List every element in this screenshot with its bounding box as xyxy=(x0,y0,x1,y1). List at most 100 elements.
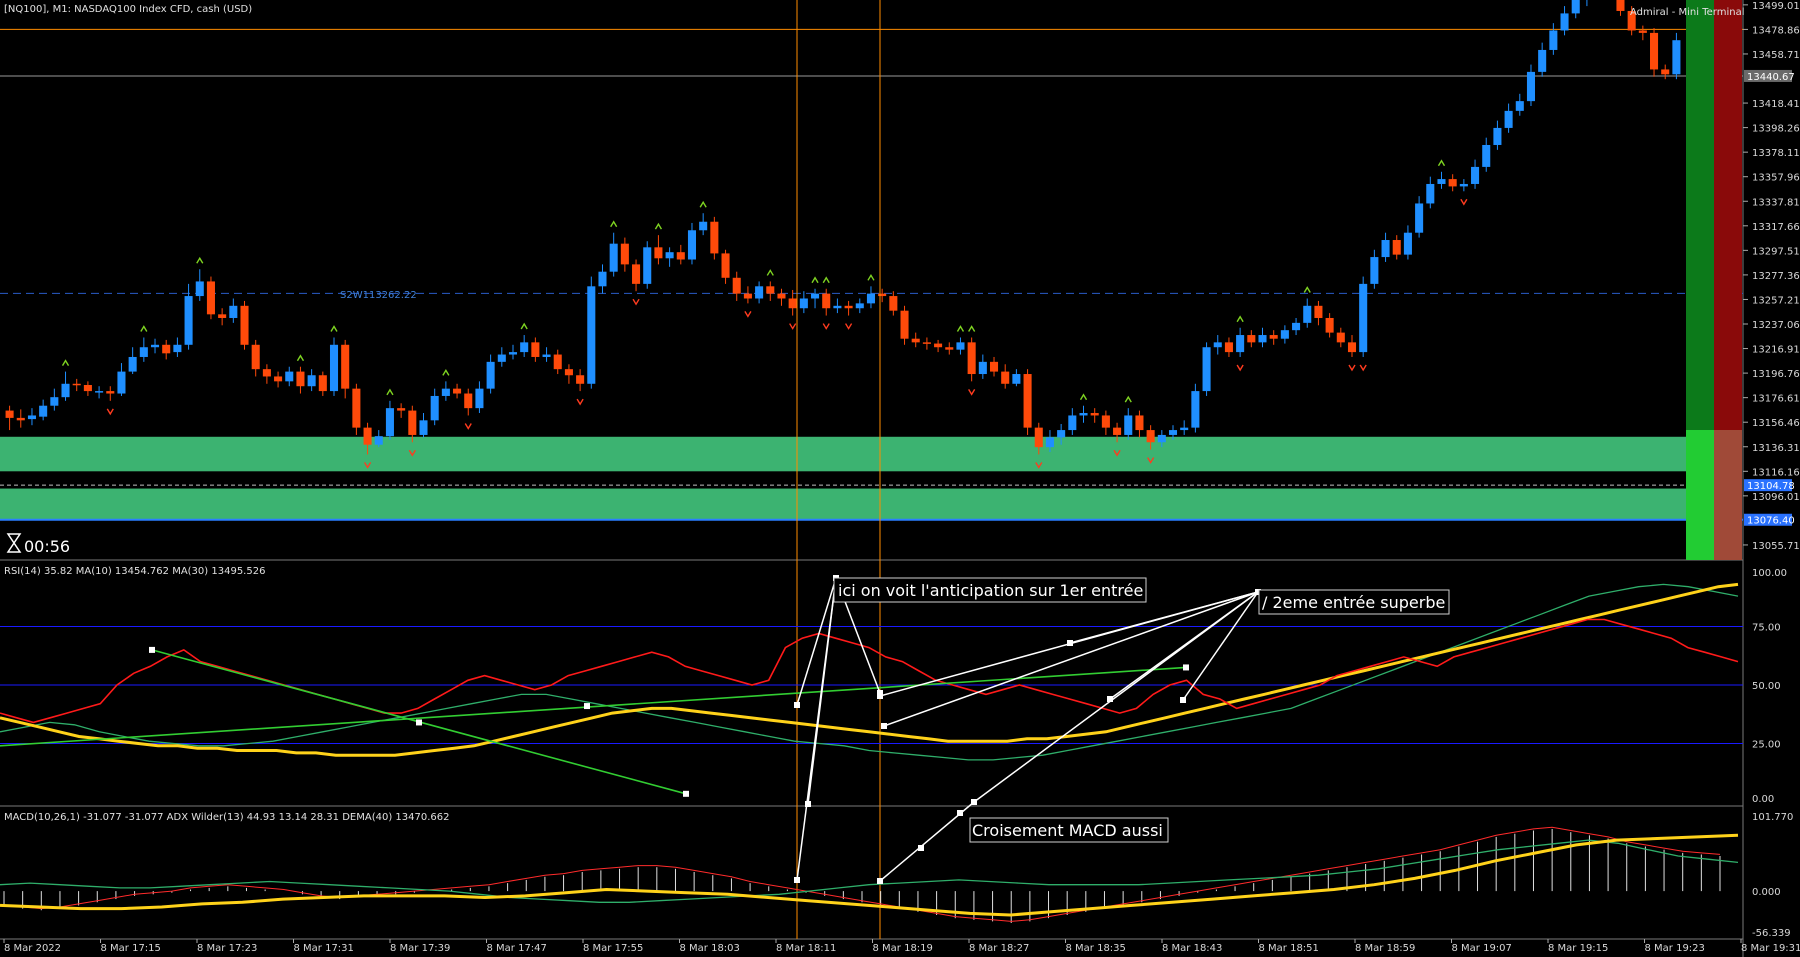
annotation-box-1[interactable]: ici on voit l'anticipation sur 1er entré… xyxy=(833,577,1147,603)
time-tick-label: 8 Mar 19:31 xyxy=(1741,943,1800,954)
rsi-title: RSI(14) 35.82 MA(10) 13454.762 MA(30) 13… xyxy=(4,566,265,577)
trendline-handle xyxy=(149,646,155,653)
candle-body xyxy=(139,347,148,357)
candle-body xyxy=(1236,335,1245,353)
symbol-title: [NQ100], M1: NASDAQ100 Index CFD, cash (… xyxy=(4,4,252,15)
time-tick-label: 8 Mar 17:47 xyxy=(487,943,547,954)
candle-body xyxy=(1057,430,1066,438)
candle-body xyxy=(1482,144,1491,167)
candle-body xyxy=(274,376,283,382)
candle-body xyxy=(967,342,976,375)
candle-body xyxy=(788,298,797,309)
trendline-handle xyxy=(416,719,422,726)
candle-body xyxy=(27,415,36,420)
candle-body xyxy=(1426,183,1435,204)
price-tick-label: 13055.71 xyxy=(1752,541,1800,552)
candle-body xyxy=(39,405,48,417)
candle-body xyxy=(900,310,909,339)
terminal-label[interactable]: Admiral - Mini Terminal xyxy=(1630,7,1744,18)
candle-body xyxy=(1280,330,1289,339)
time-tick-label: 8 Mar 18:03 xyxy=(680,943,740,954)
candle-body xyxy=(1493,127,1502,145)
candle-body xyxy=(16,417,25,421)
candle-body xyxy=(665,252,674,259)
annotation-handle xyxy=(1180,697,1186,703)
candle-body xyxy=(1504,110,1513,128)
annotation-box-3[interactable]: Croisement MACD aussi xyxy=(969,817,1169,843)
candle-body xyxy=(844,305,853,309)
candle-body xyxy=(866,293,875,304)
rsi-tick-label: 75.00 xyxy=(1752,623,1781,634)
candle-body xyxy=(1437,179,1446,184)
rsi-tick-label: 25.00 xyxy=(1752,740,1781,751)
time-tick-label: 8 Mar 17:31 xyxy=(294,943,354,954)
candle-body xyxy=(397,408,406,411)
candle-body xyxy=(1403,232,1412,255)
annotation-handle xyxy=(957,810,963,816)
annotation-box-2[interactable]: / 2eme entrée superbe xyxy=(1258,589,1450,615)
candle-body xyxy=(766,286,775,294)
annotation-text-1: ici on voit l'anticipation sur 1er entré… xyxy=(838,581,1143,600)
price-tick-label: 13176.61 xyxy=(1752,394,1800,405)
candle-body xyxy=(934,343,943,348)
price-tick-label: 13116.16 xyxy=(1752,467,1800,478)
price-tick-label: 13237.06 xyxy=(1752,320,1800,331)
annotation-handle xyxy=(918,845,924,851)
candle-body xyxy=(743,293,752,299)
time-tick-label: 8 Mar 18:11 xyxy=(776,943,836,954)
candle-body xyxy=(1068,415,1077,431)
candle-body xyxy=(486,361,495,389)
candle-body xyxy=(1269,335,1278,339)
candle-body xyxy=(1415,203,1424,233)
price-tick-label: 13257.21 xyxy=(1752,295,1800,306)
candle-body xyxy=(945,347,954,350)
candle-body xyxy=(1034,427,1043,448)
annotation-handle xyxy=(1067,640,1073,646)
candle-body xyxy=(218,314,227,318)
candle-body xyxy=(799,298,808,309)
candle-body xyxy=(922,342,931,344)
candle-body xyxy=(1113,427,1122,435)
annotation-handle xyxy=(877,693,883,699)
time-tick-label: 8 Mar 19:07 xyxy=(1452,943,1512,954)
time-tick-label: 8 Mar 17:39 xyxy=(390,943,450,954)
rsi-tick-label: 100.00 xyxy=(1752,568,1787,579)
candle-body xyxy=(1124,415,1133,435)
candle-body xyxy=(520,342,529,353)
price-tick-label: 13277.36 xyxy=(1752,271,1800,282)
bar-timer: 00:56 xyxy=(24,537,70,556)
candle-body xyxy=(251,344,260,370)
candle-body xyxy=(329,344,339,392)
price-tick-label: 13196.76 xyxy=(1752,369,1800,380)
time-tick-label: 8 Mar 18:43 xyxy=(1162,943,1222,954)
candle-body xyxy=(1001,371,1010,384)
trendline-handle xyxy=(584,703,590,710)
candle-body xyxy=(106,391,115,394)
price-tick-label: 13458.71 xyxy=(1752,50,1800,61)
candle-body xyxy=(632,264,641,284)
candle-body xyxy=(240,305,249,345)
candle-body xyxy=(1023,374,1032,428)
candle-body xyxy=(609,243,618,272)
time-tick-label: 8 Mar 18:27 xyxy=(969,943,1029,954)
candle-body xyxy=(1045,437,1054,448)
candle-body xyxy=(553,354,562,370)
candle-body xyxy=(576,375,585,384)
candle-body xyxy=(1247,335,1256,343)
candle-body xyxy=(374,436,383,445)
time-tick-label: 8 Mar 18:51 xyxy=(1259,943,1319,954)
candle-body xyxy=(95,391,104,393)
candle-body xyxy=(822,293,831,309)
candle-body xyxy=(206,281,215,315)
candle-body xyxy=(318,375,327,392)
candle-body xyxy=(497,354,506,362)
candle-body xyxy=(978,361,987,375)
candle-body xyxy=(296,371,305,387)
support-zone-1 xyxy=(0,436,1686,472)
price-tick-label: 13096.01 xyxy=(1752,492,1800,503)
candle-body xyxy=(654,247,663,259)
trading-chart[interactable]: [NQ100], M1: NASDAQ100 Index CFD, cash (… xyxy=(0,0,1800,957)
candle-body xyxy=(229,305,238,318)
candle-body xyxy=(262,369,271,377)
candle-body xyxy=(307,375,316,387)
